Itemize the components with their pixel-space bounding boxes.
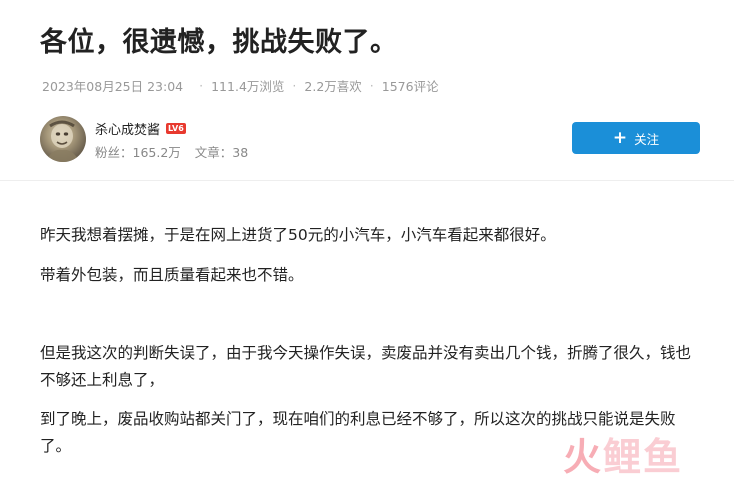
meta-separator: · — [199, 78, 204, 93]
watermark-logo: 火 鲤 鱼 — [563, 437, 681, 477]
watermark-char: 鱼 — [643, 435, 682, 479]
publish-date: 2023年08月25日 23:04 — [42, 79, 184, 94]
meta-separator: · — [369, 78, 374, 93]
comment-count: 1576评论 — [381, 79, 439, 94]
author-avatar[interactable] — [40, 116, 86, 162]
author-stats: 粉丝：165.2万 文章：38 — [95, 142, 262, 161]
body-paragraph: 昨天我想着摆摊，于是在网上进货了50元的小汽车，小汽车看起来都很好。 — [40, 226, 556, 244]
author-block: 杀心成焚酱 LV6 粉丝：165.2万 文章：38 + 关注 — [40, 116, 700, 162]
article-count: 文章：38 — [194, 145, 249, 160]
view-count: 111.4万浏览 — [211, 79, 285, 94]
author-name[interactable]: 杀心成焚酱 — [95, 119, 160, 138]
article-title: 各位，很遗憾，挑战失败了。 — [40, 27, 398, 58]
watermark-char: 火 — [563, 435, 602, 479]
watermark-char: 鲤 — [603, 435, 642, 479]
plus-icon: + — [612, 127, 628, 148]
follow-button[interactable]: + 关注 — [572, 122, 700, 154]
meta-separator: · — [292, 78, 297, 93]
body-paragraph: 带着外包装，而且质量看起来也不错。 — [40, 266, 304, 284]
fan-count: 粉丝：165.2万 — [95, 145, 181, 160]
body-paragraph: 但是我这次的判断失误了，由于我今天操作失误，卖废品并没有卖出几个钱，折腾了很久，… — [40, 344, 692, 389]
avatar-photo-icon — [46, 120, 80, 162]
author-name-row: 杀心成焚酱 LV6 — [95, 119, 186, 138]
article-meta: 2023年08月25日 23:04 · 111.4万浏览 · 2.2万喜欢 · … — [42, 76, 439, 95]
like-count: 2.2万喜欢 — [304, 79, 362, 94]
divider — [0, 180, 734, 181]
follow-label: 关注 — [634, 131, 660, 147]
level-badge: LV6 — [166, 123, 186, 134]
